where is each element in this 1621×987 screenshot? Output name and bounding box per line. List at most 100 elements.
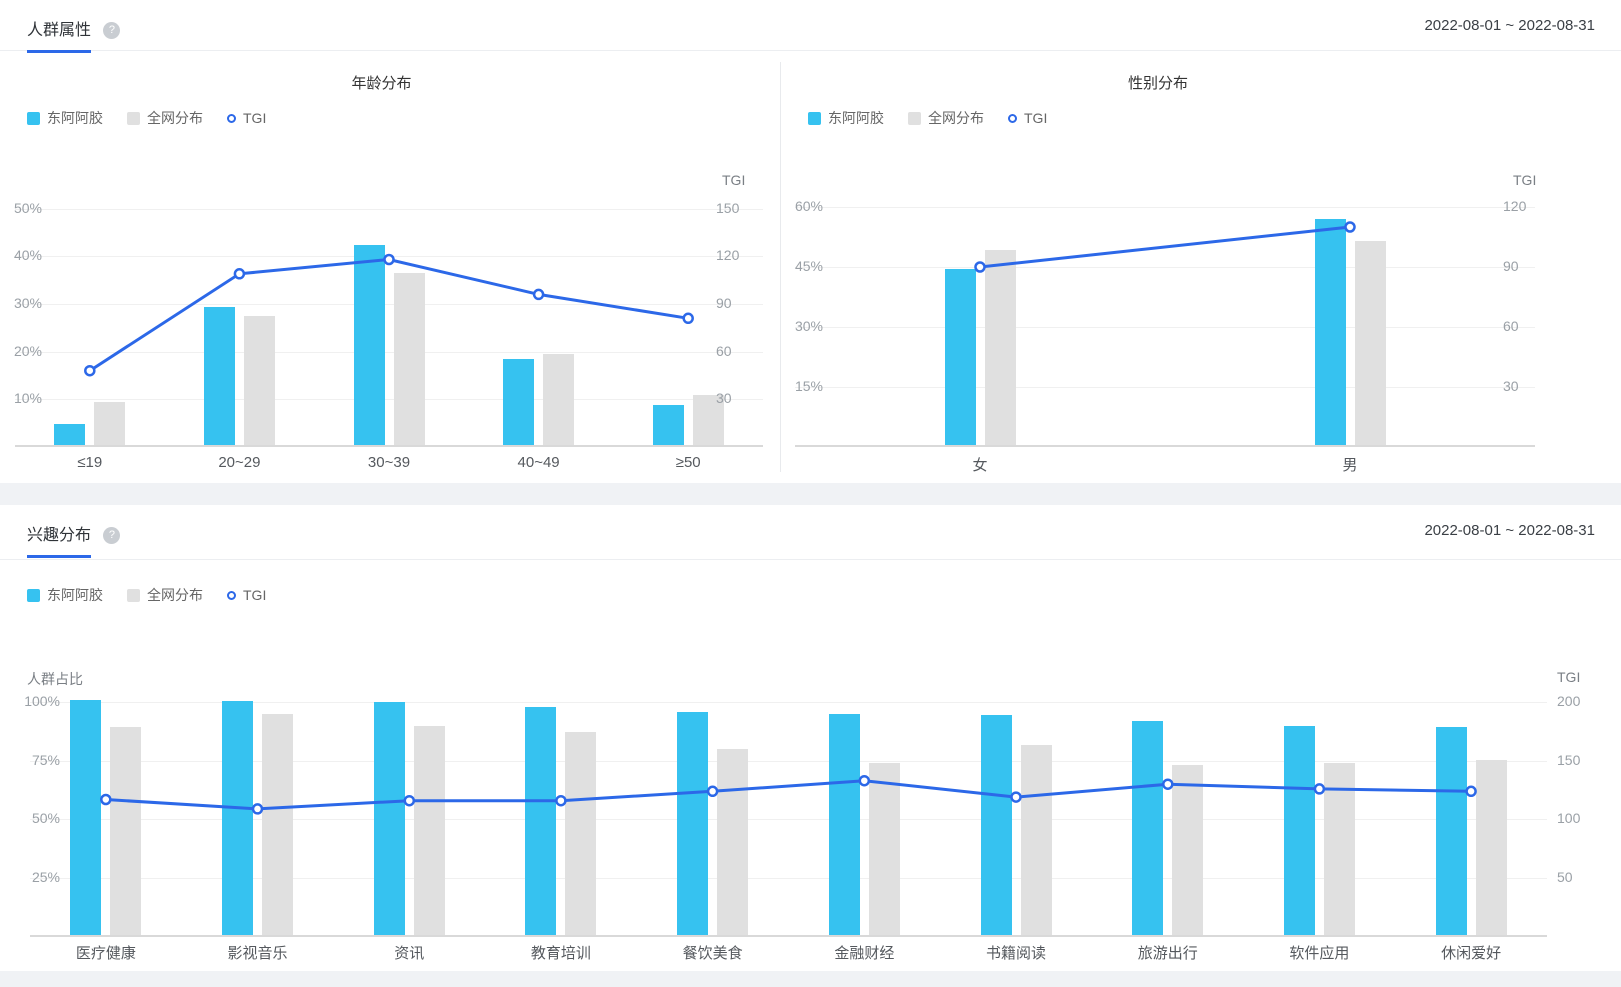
x-axis-label: 资讯 — [333, 942, 485, 964]
right-axis-label: 150 — [1557, 752, 1609, 770]
tgi-point[interactable] — [684, 314, 693, 323]
legend-item-东阿阿胶[interactable]: 东阿阿胶 — [27, 585, 103, 605]
tgi-line-layer — [15, 180, 763, 447]
x-axis-label: ≤19 — [15, 454, 165, 476]
plot-area — [30, 689, 1547, 937]
x-axis-label: 女 — [795, 454, 1165, 476]
tgi-point[interactable] — [101, 795, 110, 804]
x-axis-label: 教育培训 — [485, 942, 637, 964]
tgi-line — [106, 781, 1471, 809]
tgi-marker-icon — [227, 591, 236, 600]
legend-label: TGI — [1024, 110, 1047, 126]
x-axis-label: 旅游出行 — [1092, 942, 1244, 964]
x-axis-label: 餐饮美食 — [637, 942, 789, 964]
audience-attributes-section: 人群属性 ? 2022-08-01 ~ 2022-08-31 年龄分布 东阿阿胶… — [0, 0, 1621, 483]
tgi-marker-icon — [227, 114, 236, 123]
plot-area — [795, 195, 1535, 447]
x-axis-label: 医疗健康 — [30, 942, 182, 964]
tgi-point[interactable] — [385, 255, 394, 264]
tgi-line — [90, 260, 688, 371]
x-axis-label: 男 — [1165, 454, 1535, 476]
tgi-point[interactable] — [253, 804, 262, 813]
series-swatch-icon — [127, 589, 140, 602]
right-axis-label: 60 — [716, 343, 768, 361]
x-axis-label: 软件应用 — [1244, 942, 1396, 964]
y-axis-label: 10% — [0, 390, 42, 408]
y-axis-label: 30% — [0, 295, 42, 313]
legend-item-全网分布[interactable]: 全网分布 — [127, 585, 203, 605]
right-axis-title: TGI — [1557, 669, 1580, 685]
legend-label: 全网分布 — [928, 108, 984, 128]
legend-label: TGI — [243, 110, 266, 126]
x-axis-label: 书籍阅读 — [940, 942, 1092, 964]
right-axis-label: 120 — [1503, 198, 1555, 216]
plot-area — [15, 180, 763, 447]
tgi-point[interactable] — [534, 290, 543, 299]
y-axis-label: 40% — [0, 247, 42, 265]
series-swatch-icon — [908, 112, 921, 125]
y-axis-label: 25% — [0, 869, 60, 887]
left-axis-title: 人群占比 — [27, 669, 83, 689]
legend-item-全网分布[interactable]: 全网分布 — [127, 108, 203, 128]
tgi-point[interactable] — [1315, 784, 1324, 793]
tgi-point[interactable] — [1163, 780, 1172, 789]
tab-audience-attributes[interactable]: 人群属性 ? — [27, 16, 120, 53]
tgi-point[interactable] — [85, 366, 94, 375]
y-axis-label: 100% — [0, 693, 60, 711]
tgi-point[interactable] — [556, 796, 565, 805]
legend-label: 全网分布 — [147, 585, 203, 605]
legend-label: 全网分布 — [147, 108, 203, 128]
tgi-point[interactable] — [405, 796, 414, 805]
legend-item-TGI[interactable]: TGI — [227, 587, 266, 603]
charts-row: 年龄分布 东阿阿胶全网分布TGI TGI 10%20%30%40%50%3060… — [0, 52, 1621, 483]
legend-item-东阿阿胶[interactable]: 东阿阿胶 — [808, 108, 884, 128]
tgi-point[interactable] — [1467, 787, 1476, 796]
legend-item-TGI[interactable]: TGI — [1008, 110, 1047, 126]
x-axis-label: 30~39 — [314, 454, 464, 476]
legend-label: 东阿阿胶 — [47, 108, 103, 128]
legend-label: TGI — [243, 587, 266, 603]
right-axis-label: 60 — [1503, 318, 1555, 336]
y-axis-label: 60% — [781, 198, 823, 216]
legend-item-东阿阿胶[interactable]: 东阿阿胶 — [27, 108, 103, 128]
legend: 东阿阿胶 全网分布 TGI — [27, 585, 290, 605]
x-axis-label: 影视音乐 — [182, 942, 334, 964]
y-axis-label: 45% — [781, 258, 823, 276]
x-axis-label: 休闲爱好 — [1395, 942, 1547, 964]
chart-title: 性别分布 — [781, 72, 1535, 93]
series-swatch-icon — [808, 112, 821, 125]
right-axis-label: 30 — [716, 390, 768, 408]
y-axis-label: 50% — [0, 200, 42, 218]
tgi-point[interactable] — [860, 776, 869, 785]
gender-distribution-chart: 性别分布 东阿阿胶全网分布TGI TGI 15%30%45%60%3060901… — [781, 52, 1621, 483]
tgi-point[interactable] — [976, 263, 985, 272]
tgi-point[interactable] — [1012, 793, 1021, 802]
x-axis-label: 20~29 — [165, 454, 315, 476]
section-header: 人群属性 ? 2022-08-01 ~ 2022-08-31 — [0, 0, 1621, 51]
tgi-point[interactable] — [235, 269, 244, 278]
x-axis-label: 40~49 — [464, 454, 614, 476]
right-axis-label: 120 — [716, 247, 768, 265]
y-axis-label: 50% — [0, 810, 60, 828]
section-title: 人群属性 — [27, 16, 91, 53]
right-axis-label: 30 — [1503, 378, 1555, 396]
tgi-point[interactable] — [1346, 223, 1355, 232]
tgi-point[interactable] — [708, 787, 717, 796]
right-axis-label: 150 — [716, 200, 768, 218]
right-axis-label: 200 — [1557, 693, 1609, 711]
tgi-marker-icon — [1008, 114, 1017, 123]
legend-label: 东阿阿胶 — [828, 108, 884, 128]
help-icon[interactable]: ? — [103, 22, 120, 39]
right-axis-label: 50 — [1557, 869, 1609, 887]
x-axis-label: ≥50 — [613, 454, 763, 476]
interest-distribution-chart: 东阿阿胶全网分布TGI 人群占比 TGI 25%50%75%100%501001… — [0, 505, 1621, 971]
right-axis-label: 90 — [1503, 258, 1555, 276]
legend-item-TGI[interactable]: TGI — [227, 110, 266, 126]
y-axis-label: 75% — [0, 752, 60, 770]
series-swatch-icon — [27, 112, 40, 125]
age-distribution-chart: 年龄分布 东阿阿胶全网分布TGI TGI 10%20%30%40%50%3060… — [0, 52, 780, 483]
legend-item-全网分布[interactable]: 全网分布 — [908, 108, 984, 128]
legend: 东阿阿胶 全网分布 TGI — [808, 108, 1071, 128]
right-axis-label: 90 — [716, 295, 768, 313]
legend: 东阿阿胶 全网分布 TGI — [27, 108, 290, 128]
